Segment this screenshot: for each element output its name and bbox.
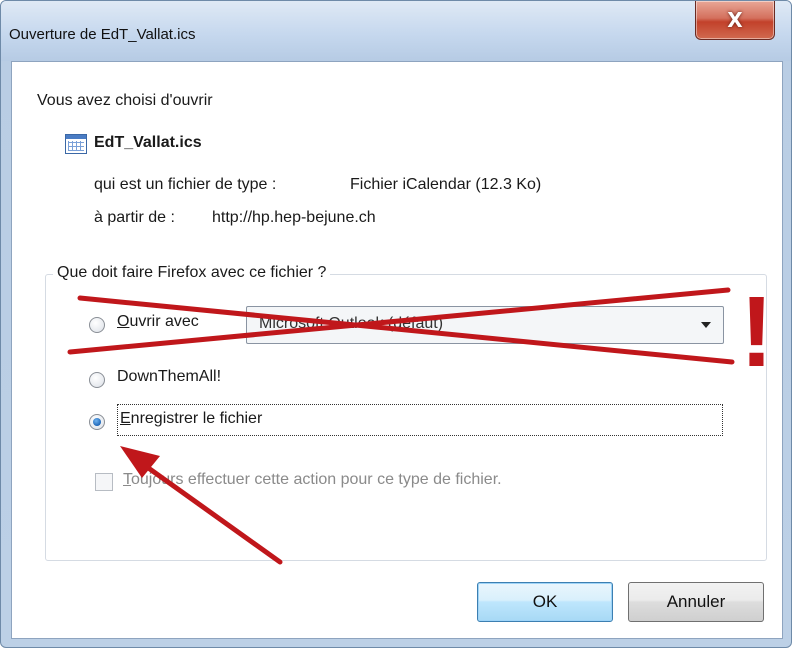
open-with-label-rest: uvrir avec xyxy=(129,313,199,330)
close-button[interactable]: X xyxy=(695,1,775,40)
title-bar[interactable]: Ouverture de EdT_Vallat.ics X xyxy=(1,1,791,61)
cancel-button[interactable]: Annuler xyxy=(628,582,764,622)
open-with-accesskey: O xyxy=(117,313,130,330)
open-with-label[interactable]: Ouvrir avec xyxy=(117,313,199,331)
downthemall-label[interactable]: DownThemAll! xyxy=(117,368,221,386)
file-type-value: Fichier iCalendar (12.3 Ko) xyxy=(350,176,542,193)
file-type-label: qui est un fichier de type : xyxy=(94,176,277,193)
window-title: Ouverture de EdT_Vallat.ics xyxy=(9,26,196,43)
always-do-this-label[interactable]: Toujours effectuer cette action pour ce … xyxy=(123,471,502,489)
always-label-rest: oujours effectuer cette action pour ce t… xyxy=(131,471,502,488)
calendar-file-icon xyxy=(65,134,87,154)
save-file-label[interactable]: Enregistrer le fichier xyxy=(120,410,262,428)
always-do-this-checkbox[interactable] xyxy=(95,473,113,491)
source-label: à partir de : xyxy=(94,209,175,226)
open-with-radio[interactable] xyxy=(89,317,105,333)
downthemall-radio[interactable] xyxy=(89,372,105,388)
always-accesskey: T xyxy=(123,471,131,488)
application-select[interactable]: Microsoft Outlook (défaut) xyxy=(246,306,724,344)
file-name: EdT_Vallat.ics xyxy=(94,134,202,151)
close-icon: X xyxy=(727,8,743,32)
dialog-window: Ouverture de EdT_Vallat.ics X Vous avez … xyxy=(0,0,792,648)
ok-button[interactable]: OK xyxy=(477,582,613,622)
application-select-value: Microsoft Outlook (défaut) xyxy=(259,315,444,332)
intro-text: Vous avez choisi d'ouvrir xyxy=(37,92,213,109)
save-file-radio[interactable] xyxy=(89,414,105,430)
save-file-label-rest: nregistrer le fichier xyxy=(130,410,263,427)
action-group-label: Que doit faire Firefox avec ce fichier ? xyxy=(53,264,331,282)
save-file-accesskey: E xyxy=(120,410,131,427)
dialog-content: Vous avez choisi d'ouvrir EdT_Vallat.ics… xyxy=(11,61,783,639)
source-url: http://hp.hep-bejune.ch xyxy=(212,209,376,226)
chevron-down-icon[interactable] xyxy=(701,322,711,328)
